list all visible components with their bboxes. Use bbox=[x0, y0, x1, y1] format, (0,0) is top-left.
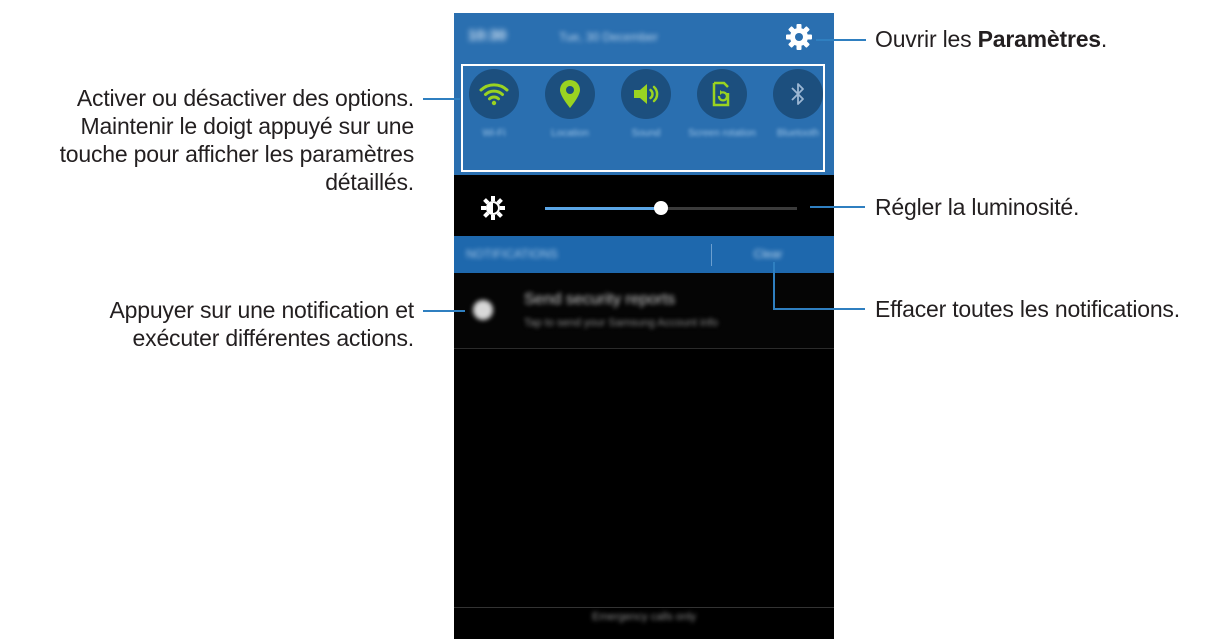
callout-line-brightness bbox=[810, 206, 865, 208]
annotation-options-line: Activer ou désactiver des options. bbox=[76, 85, 414, 111]
gear-icon bbox=[786, 24, 812, 50]
annotation-options: Activer ou désactiver des options. Maint… bbox=[0, 84, 415, 196]
annotation-settings: Ouvrir les Paramètres. bbox=[875, 25, 1107, 53]
settings-button[interactable] bbox=[784, 22, 814, 52]
status-date: 10:30 bbox=[468, 27, 507, 44]
divider bbox=[454, 348, 834, 349]
brightness-row bbox=[454, 179, 834, 236]
divider bbox=[454, 607, 834, 608]
quick-setting-label: Sound bbox=[631, 128, 661, 139]
annotation-notification-line: exécuter différentes actions. bbox=[132, 325, 415, 351]
annotation-settings-suffix: . bbox=[1100, 26, 1108, 52]
brightness-slider[interactable] bbox=[545, 201, 797, 215]
annotation-options-line: touche pour afficher les paramètres bbox=[59, 141, 415, 167]
brightness-icon bbox=[481, 196, 505, 220]
annotation-options-line: détaillés. bbox=[325, 169, 414, 195]
quick-setting-label: Bluetooth bbox=[776, 128, 820, 139]
callout-line-settings bbox=[816, 39, 866, 41]
status-bar: 10:30 Tue, 30 December bbox=[454, 13, 834, 60]
callout-line-clear bbox=[773, 308, 865, 310]
notifications-header: NOTIFICATIONS Clear bbox=[454, 236, 834, 273]
quick-setting-label: Screen rotation bbox=[688, 128, 756, 139]
status-day: Tue, 30 December bbox=[559, 30, 658, 44]
clear-button[interactable]: Clear bbox=[738, 247, 798, 261]
callout-line-options bbox=[423, 98, 460, 100]
header-separator bbox=[711, 244, 712, 266]
wifi-icon bbox=[479, 83, 509, 106]
annotation-brightness: Régler la luminosité. bbox=[875, 194, 1080, 220]
quick-setting-label: Location bbox=[551, 128, 589, 139]
annotation-settings-bold: Paramètres bbox=[977, 26, 1102, 52]
screen-rotation-icon bbox=[712, 81, 730, 107]
notification-item[interactable]: Send security reports Tap to send your S… bbox=[454, 273, 834, 348]
callout-line-clear-vertical bbox=[773, 262, 775, 310]
app-icon bbox=[473, 300, 493, 320]
brightness-slider-thumb[interactable] bbox=[653, 201, 668, 215]
annotation-clear: Effacer toutes les notifications. bbox=[875, 296, 1180, 322]
notification-text: Tap to send your Samsung Account info bbox=[524, 317, 718, 329]
sound-icon bbox=[634, 84, 659, 104]
quick-settings-panel: Wi-Fi Location Sound Screen rotation Blu… bbox=[454, 60, 834, 175]
quick-setting-bluetooth[interactable]: Bluetooth bbox=[760, 69, 834, 164]
location-icon bbox=[560, 80, 580, 108]
brightness-slider-fill bbox=[545, 207, 661, 210]
callout-line-notification bbox=[423, 310, 465, 312]
notifications-title: NOTIFICATIONS bbox=[466, 247, 558, 261]
quick-setting-label: Wi-Fi bbox=[482, 128, 506, 139]
notification-title: Send security reports bbox=[524, 291, 676, 308]
notification-panel: 10:30 Tue, 30 December Wi-Fi Location So… bbox=[454, 13, 834, 639]
emergency-calls-label: Emergency calls only bbox=[592, 611, 696, 623]
annotation-notification-line: Appuyer sur une notification et bbox=[109, 297, 415, 323]
quick-setting-location[interactable]: Location bbox=[532, 69, 608, 164]
quick-setting-sound[interactable]: Sound bbox=[608, 69, 684, 164]
annotation-notification: Appuyer sur une notification et exécuter… bbox=[0, 296, 415, 352]
bluetooth-icon bbox=[791, 83, 804, 105]
annotation-options-line: Maintenir le doigt appuyé sur une bbox=[80, 113, 414, 139]
annotation-settings-prefix: Ouvrir les bbox=[875, 26, 978, 52]
quick-setting-screen-rotation[interactable]: Screen rotation bbox=[684, 69, 760, 164]
quick-setting-wifi[interactable]: Wi-Fi bbox=[456, 69, 532, 164]
